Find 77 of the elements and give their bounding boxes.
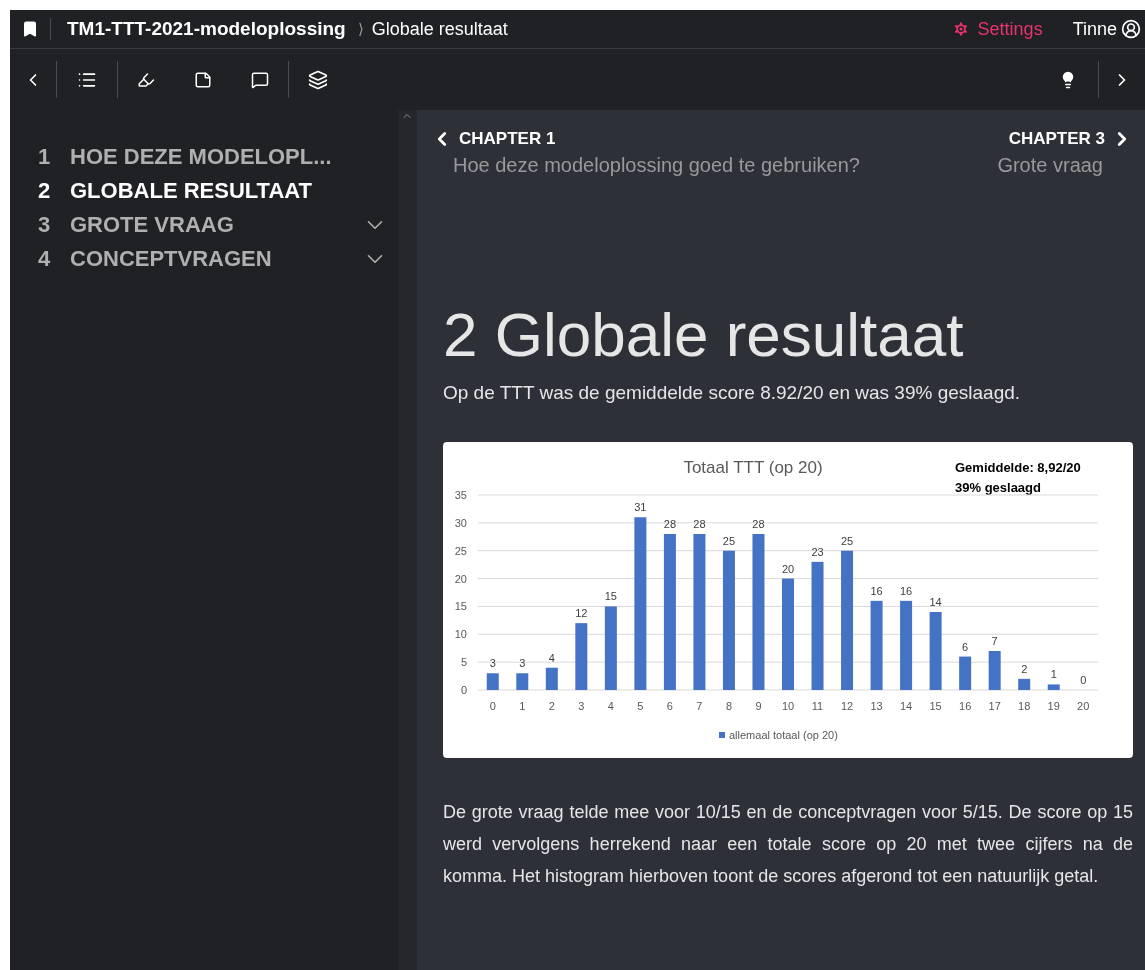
x-tick-label: 7: [696, 700, 703, 712]
bar: [959, 656, 972, 690]
bar: [486, 673, 499, 690]
x-tick-label: 6: [666, 700, 673, 712]
data-label: 15: [604, 590, 617, 603]
data-label: 12: [575, 607, 588, 620]
x-tick-label: 10: [781, 700, 795, 712]
y-tick-label: 35: [454, 489, 467, 501]
data-label: 2: [1021, 662, 1028, 675]
x-tick-label: 17: [988, 700, 1001, 712]
user-button[interactable]: Tinne: [1072, 18, 1145, 40]
x-tick-label: 16: [959, 700, 972, 712]
toc-item[interactable]: 4 CONCEPTVRAGEN: [38, 242, 388, 276]
data-label: 4: [548, 651, 555, 664]
data-label: 31: [634, 501, 647, 514]
toc-item[interactable]: 2 GLOBALE RESULTAAT: [38, 174, 388, 208]
data-label: 1: [1050, 668, 1057, 681]
bar: [545, 667, 558, 690]
data-label: 28: [693, 518, 706, 530]
toc-item[interactable]: 1 HOE DEZE MODELOPL...: [38, 140, 388, 174]
intro-paragraph: Op de TTT was de gemiddelde score 8.92/20 en was 39% geslaagd.: [443, 382, 1022, 404]
y-tick-label: 20: [454, 572, 467, 585]
chapter-heading: 2 Globale resultaat: [443, 299, 965, 370]
previous-chapter-link[interactable]: CHAPTER 1 Hoe deze modeloplossing goed te gebruiken?: [431, 128, 890, 177]
bar: [516, 673, 529, 690]
x-tick-label: 1: [519, 700, 526, 712]
user-avatar-icon[interactable]: [1121, 19, 1141, 39]
data-label: 14: [929, 596, 942, 608]
x-tick-label: 13: [870, 700, 883, 712]
page-title: Globale resultaat: [371, 18, 508, 40]
x-tick-label: 3: [578, 700, 585, 712]
data-label: 16: [870, 584, 883, 597]
x-tick-label: 5: [637, 700, 644, 712]
y-tick-label: 30: [454, 516, 467, 529]
data-label: 20: [781, 562, 795, 575]
data-label: 25: [840, 534, 854, 547]
breadcrumb-separator: ⟩: [357, 20, 364, 38]
data-label: 25: [722, 534, 736, 547]
book-title: TM1-TTT-2021-modeloplossing: [67, 18, 346, 40]
bar: [1047, 684, 1060, 690]
y-tick-label: 5: [460, 656, 467, 669]
y-tick-label: 10: [454, 628, 467, 641]
bar: [575, 623, 588, 690]
toc-item[interactable]: 3 GROTE VRAAG: [38, 208, 388, 242]
data-label: 28: [663, 518, 677, 530]
x-tick-label: 8: [725, 700, 732, 712]
x-tick-label: 2: [548, 700, 555, 712]
x-tick-label: 18: [1018, 700, 1031, 712]
data-label: 16: [899, 584, 913, 597]
data-label: 23: [811, 545, 824, 558]
legend-label: allemaal totaal (op 20): [729, 729, 838, 741]
settings-button[interactable]: Settings: [951, 18, 1043, 40]
bar: [1018, 678, 1031, 690]
x-tick-label: 11: [811, 700, 824, 712]
x-tick-label: 14: [899, 700, 913, 712]
y-tick-label: 0: [460, 684, 467, 696]
x-tick-label: 4: [607, 700, 614, 712]
data-label: 6: [962, 640, 969, 653]
y-tick-label: 25: [454, 544, 467, 557]
bar: [988, 651, 1001, 690]
x-tick-label: 19: [1047, 700, 1060, 712]
data-label: 7: [991, 635, 998, 647]
chart-title: Totaal TTT (op 20): [683, 458, 823, 477]
x-tick-label: 15: [929, 700, 942, 712]
data-label: 3: [519, 657, 526, 670]
x-tick-label: 0: [489, 700, 496, 712]
x-tick-label: 20: [1077, 700, 1090, 712]
x-tick-label: 9: [755, 700, 762, 712]
body-paragraph: De grote vraag telde mee voor 10/15 en de conceptvragen voor 5/15. De score op 15 werd vervolgens herrekend naar een totale score op 20 met twee cijfers na de komma. Het histogram hierboven toont de scores afgerond tot een natuurlijk getal.: [443, 801, 1133, 888]
x-tick-label: 12: [840, 700, 854, 712]
y-tick-label: 15: [454, 600, 467, 613]
next-chapter-link[interactable]: CHAPTER 3 Grote vraag: [997, 128, 1133, 177]
chart-annotation: Gemiddelde: 8,92/20: [955, 460, 1081, 475]
chart-annotation: 39% geslaagd: [955, 480, 1041, 495]
data-label: 28: [752, 518, 765, 530]
data-label: 0: [1080, 674, 1087, 686]
data-label: 3: [489, 657, 496, 670]
